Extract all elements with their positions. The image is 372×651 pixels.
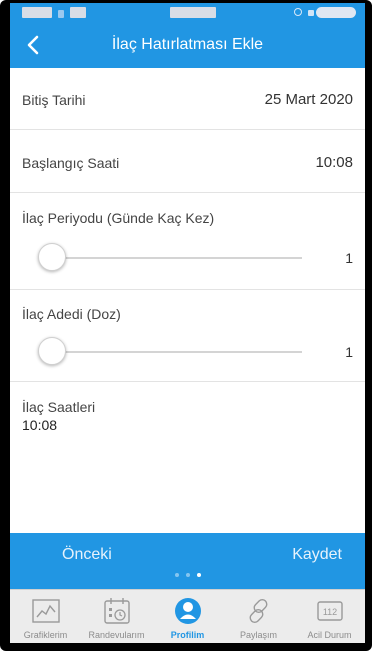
status-time-redacted — [170, 7, 216, 18]
tab-emergency-label: Acil Durum — [307, 630, 352, 640]
alarm-icon — [294, 8, 302, 16]
medication-dose-slider-thumb[interactable] — [38, 337, 66, 365]
medication-period-row: İlaç Periyodu (Günde Kaç Kez) 1 — [10, 193, 365, 290]
tab-charts[interactable]: Grafiklerim — [10, 590, 81, 643]
calendar-icon — [101, 596, 133, 626]
start-time-row[interactable]: Başlangıç Saati 10:08 — [10, 130, 365, 193]
tab-profile-label: Profilim — [170, 630, 205, 640]
end-date-label: Bitiş Tarihi — [22, 92, 86, 108]
medication-dose-label: İlaç Adedi (Doz) — [22, 306, 121, 322]
phone-frame: İlaç Hatırlatması Ekle Bitiş Tarihi 25 M… — [0, 0, 372, 651]
app-screen: İlaç Hatırlatması Ekle Bitiş Tarihi 25 M… — [10, 3, 365, 643]
profile-icon — [172, 596, 204, 626]
page-title: İlaç Hatırlatması Ekle — [111, 36, 264, 53]
medication-times-row: İlaç Saatleri 10:08 — [10, 382, 365, 533]
tab-bar: Grafiklerim Randevularım Profilim Paylaş… — [10, 589, 365, 643]
battery-icon — [316, 7, 356, 18]
tab-charts-label: Grafiklerim — [23, 630, 68, 640]
start-time-label: Başlangıç Saati — [22, 155, 120, 171]
medication-dose-slider[interactable] — [38, 337, 302, 365]
previous-button[interactable]: Önceki — [62, 546, 112, 570]
medication-dose-value: 1 — [345, 344, 353, 360]
status-bar — [10, 3, 365, 23]
tab-profile[interactable]: Profilim — [152, 590, 223, 643]
medication-period-slider-thumb[interactable] — [38, 243, 66, 271]
tab-sharing-label: Paylaşım — [239, 630, 277, 640]
page-dot — [186, 573, 190, 577]
save-button[interactable]: Kaydet — [292, 546, 342, 570]
page-indicator — [175, 573, 201, 577]
medication-times-label: İlaç Saatleri — [22, 399, 96, 415]
start-time-value[interactable]: 10:08 — [315, 154, 353, 171]
page-dot — [175, 573, 179, 577]
link-icon — [243, 596, 275, 626]
medication-dose-row: İlaç Adedi (Doz) 1 — [10, 290, 365, 382]
end-date-row[interactable]: Bitiş Tarihi 25 Mart 2020 — [10, 68, 365, 130]
action-bar: Önceki Kaydet — [10, 533, 365, 589]
page-dot-active — [197, 573, 201, 577]
tab-emergency[interactable]: 112 Acil Durum — [294, 590, 365, 643]
nav-bar: İlaç Hatırlatması Ekle — [10, 23, 365, 68]
chart-icon — [30, 596, 62, 626]
wifi-icon — [308, 10, 314, 16]
status-carrier-redacted — [22, 7, 52, 18]
emergency-112-icon: 112 — [314, 596, 346, 626]
medication-time-value[interactable]: 10:08 — [22, 417, 57, 433]
end-date-value[interactable]: 25 Mart 2020 — [265, 91, 353, 108]
medication-period-slider[interactable] — [38, 243, 302, 271]
emergency-badge-text: 112 — [322, 607, 336, 617]
tab-sharing[interactable]: Paylaşım — [223, 590, 294, 643]
medication-period-label: İlaç Periyodu (Günde Kaç Kez) — [22, 210, 215, 226]
medication-period-value: 1 — [345, 250, 353, 266]
tab-appointments[interactable]: Randevularım — [81, 590, 152, 643]
status-redacted-block — [70, 7, 86, 18]
signal-icon — [58, 10, 64, 18]
tab-appointments-label: Randevularım — [88, 630, 145, 640]
